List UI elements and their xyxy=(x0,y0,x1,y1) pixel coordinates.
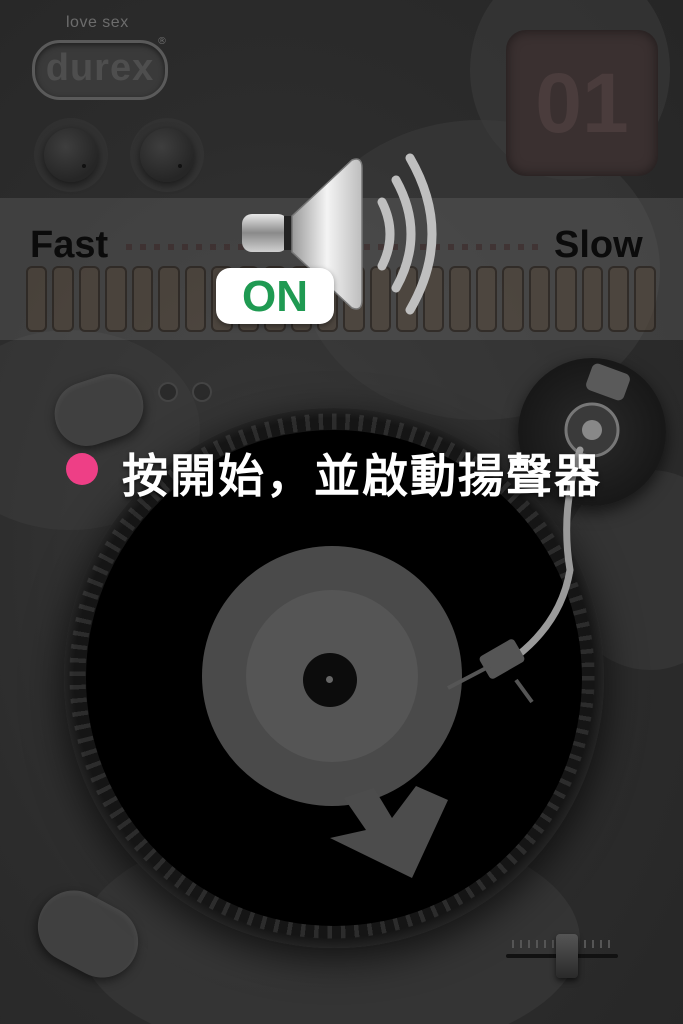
speed-slot[interactable] xyxy=(158,266,180,332)
instruction-text: 按開始，並啟動揚聲器 xyxy=(122,449,602,503)
speed-slot[interactable] xyxy=(502,266,524,332)
turntable-screen: love sex durex ® 01 Fast Slow ON 按開始，並啟動… xyxy=(0,0,683,1024)
speed-slot[interactable] xyxy=(26,266,48,332)
pitch-slider-handle[interactable] xyxy=(556,934,578,978)
speed-slot[interactable] xyxy=(184,266,207,332)
speaker-on-badge[interactable]: ON xyxy=(216,268,334,324)
knob-right[interactable] xyxy=(140,128,194,182)
speed-slot[interactable] xyxy=(475,266,498,332)
speed-slot[interactable] xyxy=(634,266,656,332)
speed-slot[interactable] xyxy=(105,266,127,332)
slow-label: Slow xyxy=(554,224,643,266)
tonearm[interactable] xyxy=(420,350,680,720)
registered-mark: ® xyxy=(157,36,167,47)
spindle-center xyxy=(326,676,333,683)
small-button-2[interactable] xyxy=(194,384,210,400)
instruction-bullet xyxy=(66,453,98,485)
speed-slot[interactable] xyxy=(131,266,154,332)
fast-label: Fast xyxy=(30,224,109,266)
speed-slot[interactable] xyxy=(528,266,551,332)
speed-slot[interactable] xyxy=(52,266,74,332)
brand-tagline: love sex xyxy=(66,14,129,31)
brand-logo: durex xyxy=(32,40,168,100)
rotate-arrow-icon xyxy=(330,786,448,878)
speed-slot[interactable] xyxy=(581,266,603,332)
speed-slot[interactable] xyxy=(607,266,630,332)
speed-slot[interactable] xyxy=(78,266,101,332)
small-button-1[interactable] xyxy=(160,384,176,400)
deck-number-display: 01 xyxy=(506,30,658,176)
knob-left[interactable] xyxy=(44,128,98,182)
speed-slot[interactable] xyxy=(555,266,577,332)
